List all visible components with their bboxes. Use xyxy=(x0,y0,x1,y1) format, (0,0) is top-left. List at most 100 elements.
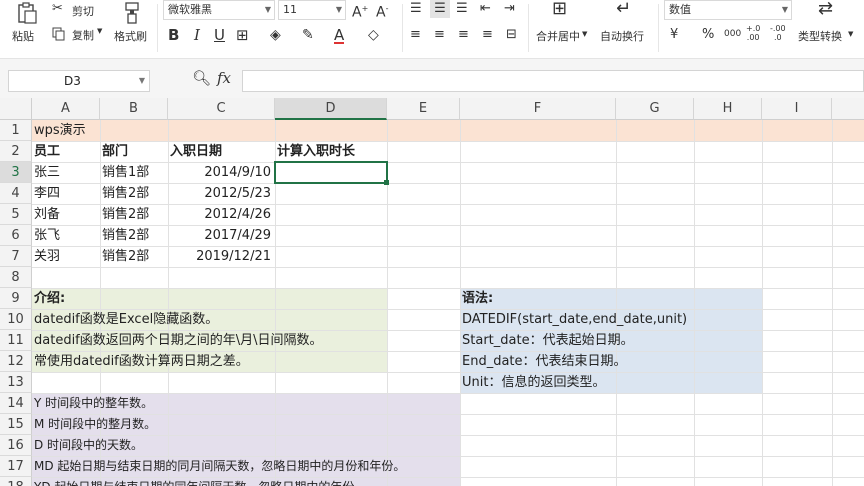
cell-a6[interactable]: 张飞 xyxy=(32,225,60,246)
chevron-down-icon: ▼ xyxy=(97,27,103,35)
thousands-icon[interactable]: 000 xyxy=(724,27,741,41)
font-name-value: 微软雅黑 xyxy=(168,3,212,16)
cell-c4[interactable]: 2012/5/23 xyxy=(168,183,275,204)
name-box-value: D3 xyxy=(64,74,81,88)
formula-input[interactable] xyxy=(242,70,864,92)
cell-b7[interactable]: 销售2部 xyxy=(100,246,149,267)
cell-b6[interactable]: 销售2部 xyxy=(100,225,149,246)
chevron-down-icon: ▼ xyxy=(582,30,588,38)
format-painter-button[interactable]: 格式刷 xyxy=(112,0,152,50)
fill-color-icon[interactable]: ◈ xyxy=(270,28,281,42)
divider xyxy=(658,4,659,52)
brush-icon xyxy=(125,2,139,24)
chevron-down-icon: ▼ xyxy=(335,5,342,14)
divider xyxy=(528,4,529,52)
distribute-icon[interactable]: ⊟ xyxy=(506,28,517,42)
format-painter-label: 格式刷 xyxy=(114,30,147,43)
percent-icon[interactable]: % xyxy=(702,28,714,42)
justify-icon[interactable]: ≡ xyxy=(482,28,493,42)
cell-a3[interactable]: 张三 xyxy=(32,162,60,183)
font-size-select[interactable]: 11 ▼ xyxy=(278,0,346,20)
cell-a9[interactable]: 介绍: xyxy=(32,288,65,309)
cell-f12[interactable]: End_date：代表结束日期。 xyxy=(460,351,627,372)
align-left-icon[interactable]: ≡ xyxy=(410,28,421,42)
cell-a10[interactable]: datedif函数是Excel隐藏函数。 xyxy=(32,309,218,330)
type-convert-button[interactable]: ⇄ 类型转换 ▼ xyxy=(798,0,858,50)
highlight-icon[interactable]: ✎ xyxy=(302,28,314,42)
cut-button[interactable]: ✂ 剪切 xyxy=(52,2,104,20)
cell-a11[interactable]: datedif函数返回两个日期之间的年\月\日间隔数。 xyxy=(32,330,323,351)
cell-a1[interactable]: wps演示 xyxy=(32,120,86,141)
border-icon[interactable]: ⊞ xyxy=(236,28,249,43)
underline-icon[interactable]: U xyxy=(214,28,225,43)
wrap-text-button[interactable]: ↵ 自动换行 xyxy=(598,0,654,50)
align-center-icon[interactable]: ≡ xyxy=(434,28,445,42)
align-right-icon[interactable]: ≡ xyxy=(458,28,469,42)
zoom-icon[interactable]: 🔍︎ xyxy=(192,71,211,86)
ribbon-toolbar: 粘贴 ✂ 剪切 复制 ▼ 格式刷 微软雅黑 ▼ 11 ▼ A+ A- B I U ⊞… xyxy=(0,0,864,58)
cell-b2[interactable]: 部门 xyxy=(100,141,128,162)
selected-cell-d3[interactable] xyxy=(274,161,388,184)
cell-a7[interactable]: 关羽 xyxy=(32,246,60,267)
copy-label: 复制 xyxy=(72,29,94,42)
convert-icon: ⇄ xyxy=(818,0,834,19)
bold-icon[interactable]: B xyxy=(168,28,179,43)
scissors-icon: ✂ xyxy=(52,1,63,16)
paste-button[interactable]: 粘贴 xyxy=(6,0,46,50)
indent-decrease-icon[interactable]: ⇤ xyxy=(480,2,491,16)
fill-handle[interactable] xyxy=(384,180,389,185)
cell-a2[interactable]: 员工 xyxy=(32,141,60,162)
align-top-icon[interactable]: ☰ xyxy=(410,2,422,16)
italic-icon[interactable]: I xyxy=(194,28,200,43)
font-size-value: 11 xyxy=(283,3,297,16)
spreadsheet-grid: A B C D E F G H I 1 2 3 4 5 6 7 8 9 10 1… xyxy=(0,98,864,486)
paste-label: 粘贴 xyxy=(12,30,34,43)
cell-a15[interactable]: M 时间段中的整月数。 xyxy=(32,414,156,435)
eraser-icon[interactable]: ◇ xyxy=(368,28,379,42)
wrap-text-icon: ↵ xyxy=(616,0,632,19)
merge-label: 合并居中 xyxy=(536,30,580,43)
increase-decimal-icon[interactable]: +.0 .00 xyxy=(746,24,760,42)
font-name-select[interactable]: 微软雅黑 ▼ xyxy=(163,0,275,20)
cell-b4[interactable]: 销售2部 xyxy=(100,183,149,204)
cell-a5[interactable]: 刘备 xyxy=(32,204,60,225)
cell-d2[interactable]: 计算入职时长 xyxy=(275,141,355,162)
cell-c7[interactable]: 2019/12/21 xyxy=(168,246,275,267)
number-format-select[interactable]: 数值 ▼ xyxy=(664,0,792,20)
convert-label: 类型转换 xyxy=(798,30,842,43)
cell-f9[interactable]: 语法: xyxy=(460,288,493,309)
cell-f10[interactable]: DATEDIF(start_date,end_date,unit) xyxy=(460,309,687,330)
cell-a12[interactable]: 常使用datedif函数计算两日期之差。 xyxy=(32,351,249,372)
increase-font-icon[interactable]: A+ xyxy=(352,2,368,20)
cell-c5[interactable]: 2012/4/26 xyxy=(168,204,275,225)
currency-icon[interactable]: ¥ xyxy=(670,28,678,42)
cell-f13[interactable]: Unit：信息的返回类型。 xyxy=(460,372,605,393)
font-color-icon[interactable]: A xyxy=(334,28,345,44)
decrease-font-icon[interactable]: A- xyxy=(376,2,388,20)
cell-c3[interactable]: 2014/9/10 xyxy=(168,162,275,183)
decrease-decimal-icon[interactable]: -.00 .0 xyxy=(770,24,786,42)
cell-a16[interactable]: D 时间段中的天数。 xyxy=(32,435,143,456)
cell-a4[interactable]: 李四 xyxy=(32,183,60,204)
copy-button[interactable]: 复制 ▼ xyxy=(52,26,108,44)
cell-b5[interactable]: 销售2部 xyxy=(100,204,149,225)
cell-a17[interactable]: MD 起始日期与结束日期的同月间隔天数，忽略日期中的月份和年份。 xyxy=(32,456,405,477)
name-box[interactable]: D3 ▼ xyxy=(8,70,150,92)
align-middle-icon[interactable]: ☰ xyxy=(430,0,450,18)
cell-c2[interactable]: 入职日期 xyxy=(168,141,222,162)
wrap-label: 自动换行 xyxy=(600,30,644,43)
align-bottom-icon[interactable]: ☰ xyxy=(456,2,468,16)
number-format-value: 数值 xyxy=(669,3,691,16)
merge-center-button[interactable]: ⊞ 合并居中 ▼ xyxy=(534,0,592,50)
cell-a14[interactable]: Y 时间段中的整年数。 xyxy=(32,393,153,414)
indent-increase-icon[interactable]: ⇥ xyxy=(504,2,515,16)
divider xyxy=(157,4,158,52)
cut-label: 剪切 xyxy=(72,5,94,18)
cell-c6[interactable]: 2017/4/29 xyxy=(168,225,275,246)
copy-icon xyxy=(52,27,65,41)
cell-a18[interactable]: YD 起始日期与结束日期的同年间隔天数，忽略日期中的年份。 xyxy=(32,477,366,486)
cell-f11[interactable]: Start_date：代表起始日期。 xyxy=(460,330,634,351)
chevron-down-icon: ▼ xyxy=(781,5,788,14)
cell-b3[interactable]: 销售1部 xyxy=(100,162,149,183)
function-icon[interactable]: fx xyxy=(217,71,231,86)
